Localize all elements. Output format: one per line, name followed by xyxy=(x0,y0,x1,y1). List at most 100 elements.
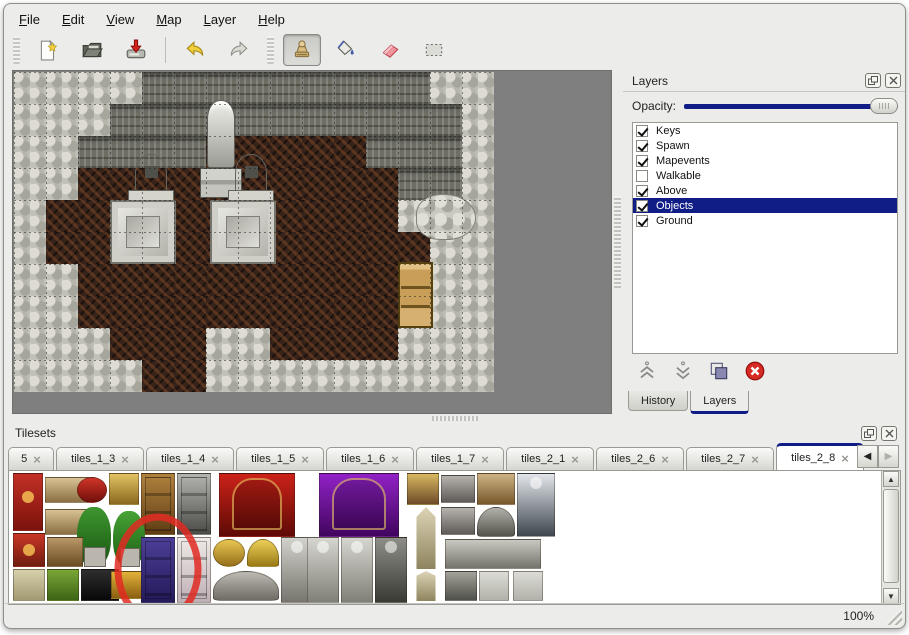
scroll-up-button[interactable]: ▲ xyxy=(883,471,899,487)
move-layer-down-button[interactable] xyxy=(671,360,695,382)
tile-slot-gray-a[interactable] xyxy=(441,475,475,503)
tile-portrait-king[interactable] xyxy=(407,473,439,505)
tab-close-icon[interactable]: × xyxy=(121,453,129,466)
tab-close-icon[interactable]: × xyxy=(571,453,579,466)
tile-throne-red[interactable] xyxy=(219,473,295,537)
tile-angel-right[interactable] xyxy=(341,537,373,603)
float-tilesets-button[interactable] xyxy=(861,426,877,441)
tileset-tab-tiles_1_3[interactable]: tiles_1_3× xyxy=(56,447,144,470)
layer-row-spawn[interactable]: Spawn xyxy=(633,138,897,153)
tile-obelisk-small[interactable] xyxy=(409,571,443,601)
delete-layer-button[interactable] xyxy=(743,360,767,382)
tile-gate-gray[interactable] xyxy=(177,473,211,535)
tile-pillar-top[interactable] xyxy=(445,571,477,601)
opacity-slider[interactable] xyxy=(684,98,898,114)
fill-tool-button[interactable] xyxy=(327,34,365,66)
tileset-tab-5[interactable]: 5× xyxy=(8,447,54,470)
scrollbar-thumb[interactable] xyxy=(883,489,899,583)
tab-history[interactable]: History xyxy=(628,391,688,411)
menu-file[interactable]: File xyxy=(10,10,49,29)
layer-checkbox[interactable] xyxy=(636,140,648,152)
tile-necklace-gold[interactable] xyxy=(213,539,245,567)
tile-gargoyle[interactable] xyxy=(375,537,407,603)
layer-row-mapevents[interactable]: Mapevents xyxy=(633,153,897,168)
tileset-content[interactable]: ▲ ▼ xyxy=(8,470,901,605)
layer-checkbox[interactable] xyxy=(636,155,648,167)
close-panel-button[interactable] xyxy=(885,73,901,88)
select-tool-button[interactable] xyxy=(415,34,453,66)
tileset-tab-tiles_1_5[interactable]: tiles_1_5× xyxy=(236,447,324,470)
opacity-slider-thumb[interactable] xyxy=(870,98,898,114)
tile-obelisk-large[interactable] xyxy=(409,507,443,569)
float-panel-button[interactable] xyxy=(865,73,881,88)
tab-close-icon[interactable]: × xyxy=(301,453,309,466)
tile-throne-purple[interactable] xyxy=(319,473,399,537)
tile-knight-armor[interactable] xyxy=(517,473,555,537)
tileset-tab-tiles_2_7[interactable]: tiles_2_7× xyxy=(686,447,774,470)
tile-banner-red[interactable] xyxy=(13,473,43,531)
scroll-tabs-left-button[interactable]: ◀ xyxy=(857,445,878,468)
tile-desk-tan[interactable] xyxy=(477,473,515,505)
tileset-tab-tiles_1_7[interactable]: tiles_1_7× xyxy=(416,447,504,470)
tab-close-icon[interactable]: × xyxy=(481,453,489,466)
tab-close-icon[interactable]: × xyxy=(841,452,849,465)
tileset-tab-tiles_2_1[interactable]: tiles_2_1× xyxy=(506,447,594,470)
tile-ledge-gray[interactable] xyxy=(445,539,541,569)
tab-layers[interactable]: Layers xyxy=(690,391,749,414)
stamp-tool-button[interactable] xyxy=(283,34,321,66)
resize-grip[interactable] xyxy=(884,607,902,625)
tile-shield-red[interactable] xyxy=(13,533,45,567)
layer-checkbox[interactable] xyxy=(636,215,648,227)
menu-layer[interactable]: Layer xyxy=(195,10,246,29)
tile-pouf-red[interactable] xyxy=(77,477,107,503)
tile-door-wood[interactable] xyxy=(141,473,175,535)
layers-list[interactable]: KeysSpawnMapeventsWalkableAboveObjectsGr… xyxy=(632,122,898,354)
map-canvas[interactable] xyxy=(14,72,494,392)
toolbar-drag-handle[interactable] xyxy=(13,36,20,64)
tile-armor-pile[interactable] xyxy=(477,507,515,537)
tileset-tab-tiles_1_6[interactable]: tiles_1_6× xyxy=(326,447,414,470)
open-map-button[interactable] xyxy=(73,34,111,66)
tileset-tab-tiles_2_6[interactable]: tiles_2_6× xyxy=(596,447,684,470)
layer-row-above[interactable]: Above xyxy=(633,183,897,198)
tile-tile-speckle-b[interactable] xyxy=(513,571,543,601)
tileset-tab-tiles_1_4[interactable]: tiles_1_4× xyxy=(146,447,234,470)
tiles-layer[interactable] xyxy=(13,473,878,604)
tile-mirror-gold[interactable] xyxy=(109,473,139,505)
duplicate-layer-button[interactable] xyxy=(707,360,731,382)
layer-row-walkable[interactable]: Walkable xyxy=(633,168,897,183)
tile-rock-pile[interactable] xyxy=(213,571,279,601)
redo-button[interactable] xyxy=(220,34,258,66)
save-map-button[interactable] xyxy=(117,34,155,66)
layer-row-objects[interactable]: Objects xyxy=(633,198,897,213)
layer-checkbox[interactable] xyxy=(636,125,648,137)
eraser-tool-button[interactable] xyxy=(371,34,409,66)
scroll-tabs-right-button[interactable]: ▶ xyxy=(878,445,899,468)
tile-door-purple[interactable] xyxy=(141,537,175,603)
tab-close-icon[interactable]: × xyxy=(391,453,399,466)
vertical-splitter[interactable] xyxy=(613,70,622,414)
move-layer-up-button[interactable] xyxy=(635,360,659,382)
layer-checkbox[interactable] xyxy=(636,185,648,197)
scroll-down-button[interactable]: ▼ xyxy=(883,588,899,604)
tile-flag-green[interactable] xyxy=(47,569,79,601)
tile-bookshelf[interactable] xyxy=(47,537,83,567)
layer-row-keys[interactable]: Keys xyxy=(633,123,897,138)
tile-drape-white[interactable] xyxy=(177,537,211,603)
layer-row-ground[interactable]: Ground xyxy=(633,213,897,228)
undo-button[interactable] xyxy=(176,34,214,66)
menu-view[interactable]: View xyxy=(97,10,143,29)
tileset-tab-tiles_2_8[interactable]: tiles_2_8× xyxy=(776,443,864,470)
tile-gold-pile[interactable] xyxy=(247,539,279,567)
tile-floor-tan[interactable] xyxy=(13,569,45,601)
new-map-button[interactable] xyxy=(29,34,67,66)
tab-close-icon[interactable]: × xyxy=(751,453,759,466)
tab-close-icon[interactable]: × xyxy=(661,453,669,466)
tile-slot-gray-b[interactable] xyxy=(441,507,475,535)
menu-help[interactable]: Help xyxy=(249,10,294,29)
close-tilesets-button[interactable] xyxy=(881,426,897,441)
layer-checkbox[interactable] xyxy=(636,170,648,182)
menu-edit[interactable]: Edit xyxy=(53,10,93,29)
tile-tile-speckle-a[interactable] xyxy=(479,571,509,601)
tab-close-icon[interactable]: × xyxy=(33,453,41,466)
